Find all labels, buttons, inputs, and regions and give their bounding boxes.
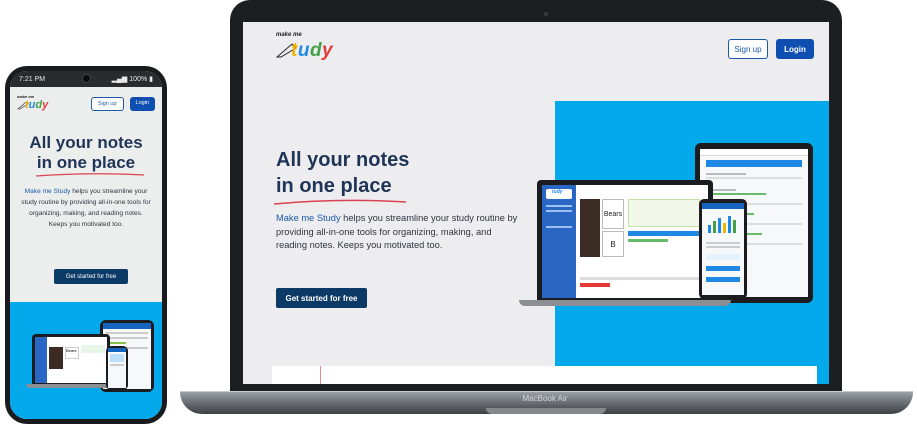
phone-camera	[82, 74, 91, 83]
battery-icon: ▮	[149, 76, 153, 83]
brand-name: tudy	[25, 99, 49, 111]
underline-swoosh-icon	[35, 173, 144, 177]
brand-name: tudy	[291, 40, 334, 61]
mockup-laptop: Bears	[32, 334, 110, 384]
phone-screen: 7:21 PM ▂▄▆ 100% ▮ make me tudy Sign up …	[10, 71, 162, 419]
signal-icon: ▂▄▆	[111, 76, 128, 83]
get-started-button[interactable]: Get started for free	[276, 288, 367, 308]
brand-logo[interactable]: make me tudy	[276, 32, 356, 62]
hero-description: Make me Study helps you streamline your …	[276, 213, 518, 250]
mockup-bar-chart-icon	[708, 216, 736, 233]
navbar: make me tudy Sign up Login	[243, 22, 829, 70]
laptop-camera	[544, 12, 548, 16]
login-button[interactable]: Login	[776, 39, 814, 59]
status-time: 7:21 PM	[19, 75, 46, 83]
laptop-screen: make me tudy Sign up Login All your note…	[243, 22, 829, 384]
flashcard-word: Bears	[602, 199, 624, 229]
hero-title-line1: All your notes	[29, 133, 143, 152]
flashcard-letter: B	[602, 231, 624, 257]
brand-link[interactable]: Make me Study	[25, 188, 71, 195]
brand-logo[interactable]: make me tudy	[17, 94, 57, 114]
phone-navbar: make me tudy Sign up Login	[17, 93, 155, 115]
hero-title: All your notes in one place	[10, 133, 162, 177]
mockup-laptop: tudy Bears B	[537, 180, 713, 300]
laptop-notch	[486, 408, 606, 414]
hero-title-line1: All your notes	[276, 149, 410, 171]
hero-description: Make me Study helps you streamline your …	[21, 188, 151, 228]
brand-tagline: make me	[276, 32, 302, 38]
hero-title: All your notes in one place	[273, 147, 410, 205]
signup-button[interactable]: Sign up	[90, 97, 124, 111]
login-button[interactable]: Login	[129, 97, 155, 111]
hero-title-line2: in one place	[36, 153, 136, 172]
hero-image-panel: Bears	[10, 302, 162, 419]
get-started-button[interactable]: Get started for free	[54, 269, 128, 284]
phone-device: 7:21 PM ▂▄▆ 100% ▮ make me tudy Sign up …	[5, 66, 167, 424]
mockup-phone	[699, 199, 747, 299]
brand-link[interactable]: Make me Study	[276, 213, 341, 223]
signup-button[interactable]: Sign up	[728, 39, 768, 59]
status-battery: ▂▄▆ 100% ▮	[111, 76, 153, 83]
next-section-card	[272, 366, 817, 384]
laptop-model-label: MacBook Air	[522, 394, 568, 403]
hero-title-line2: in one place	[276, 175, 392, 197]
mockup-phone	[106, 346, 128, 390]
underline-swoosh-icon	[273, 199, 407, 205]
